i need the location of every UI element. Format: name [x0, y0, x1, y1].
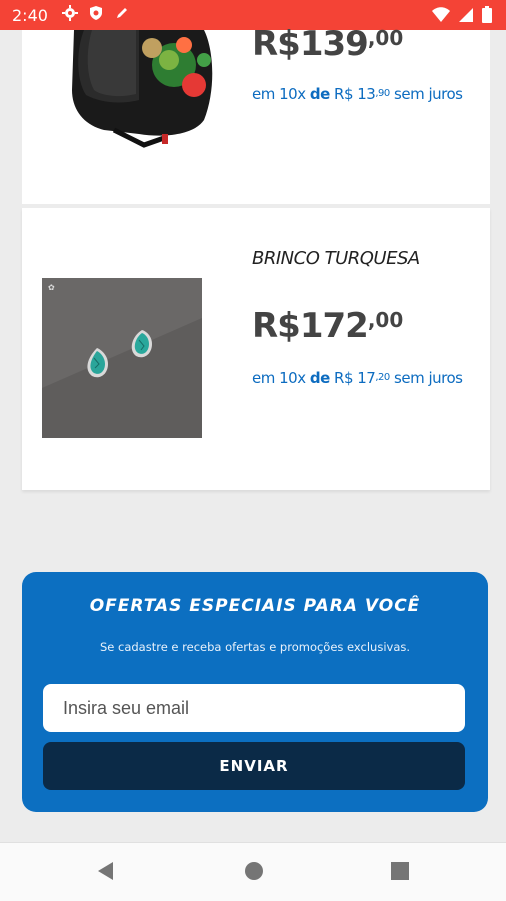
- email-input[interactable]: [43, 684, 465, 732]
- send-button[interactable]: ENVIAR: [43, 742, 465, 790]
- price-cents: ,00: [367, 26, 404, 50]
- product-name[interactable]: BRINCO TURQUESA: [252, 248, 420, 269]
- installment-cents: ,20: [375, 372, 390, 383]
- product-image-helmet[interactable]: [44, 30, 224, 150]
- price-main: R$172: [252, 306, 369, 346]
- signal-icon: [458, 7, 474, 28]
- back-icon[interactable]: [96, 861, 116, 886]
- newsletter-subtitle: Se cadastre e receba ofertas e promoções…: [99, 640, 411, 654]
- newsletter-box: OFERTAS ESPECIAIS PARA VOCÊ Se cadastre …: [22, 572, 488, 812]
- home-icon[interactable]: [244, 861, 264, 886]
- navigation-bar: [0, 842, 506, 901]
- logo-mark: ✿: [48, 283, 55, 292]
- shield-icon: [88, 5, 104, 26]
- price-main: R$139: [252, 24, 369, 64]
- product-price: R$139,00: [252, 24, 403, 64]
- installment-de: de: [309, 85, 330, 103]
- status-time: 2:40: [12, 5, 48, 25]
- svg-text:✿: ✿: [48, 283, 55, 292]
- installment-text: em 10x de R$ 17,20 sem juros: [252, 369, 463, 387]
- installment-suffix: sem juros: [389, 369, 463, 387]
- product-card[interactable]: R$139,00 em 10x de R$ 13,90 sem juros: [22, 24, 490, 204]
- recents-icon[interactable]: [390, 861, 410, 886]
- product-price: R$172,00: [252, 306, 403, 346]
- product-image-earrings[interactable]: ✿: [42, 278, 202, 438]
- newsletter-title: OFERTAS ESPECIAIS PARA VOCÊ: [89, 596, 421, 616]
- settings-icon: [61, 4, 78, 26]
- installment-prefix: em 10x: [252, 85, 310, 103]
- price-cents: ,00: [367, 308, 404, 332]
- pen-icon: [114, 5, 130, 26]
- installment-cents: ,90: [375, 88, 390, 99]
- installment-text: em 10x de R$ 13,90 sem juros: [252, 85, 463, 103]
- product-card[interactable]: ✿ BRINCO TURQUESA R$172,00 em 10x de R$ …: [22, 208, 490, 490]
- installment-de: de: [309, 369, 330, 387]
- installment-suffix: sem juros: [389, 85, 463, 103]
- installment-prefix: em 10x: [252, 369, 310, 387]
- installment-value: R$ 13: [329, 85, 376, 103]
- wifi-icon: [432, 6, 450, 28]
- battery-icon: [482, 6, 492, 28]
- installment-value: R$ 17: [329, 369, 376, 387]
